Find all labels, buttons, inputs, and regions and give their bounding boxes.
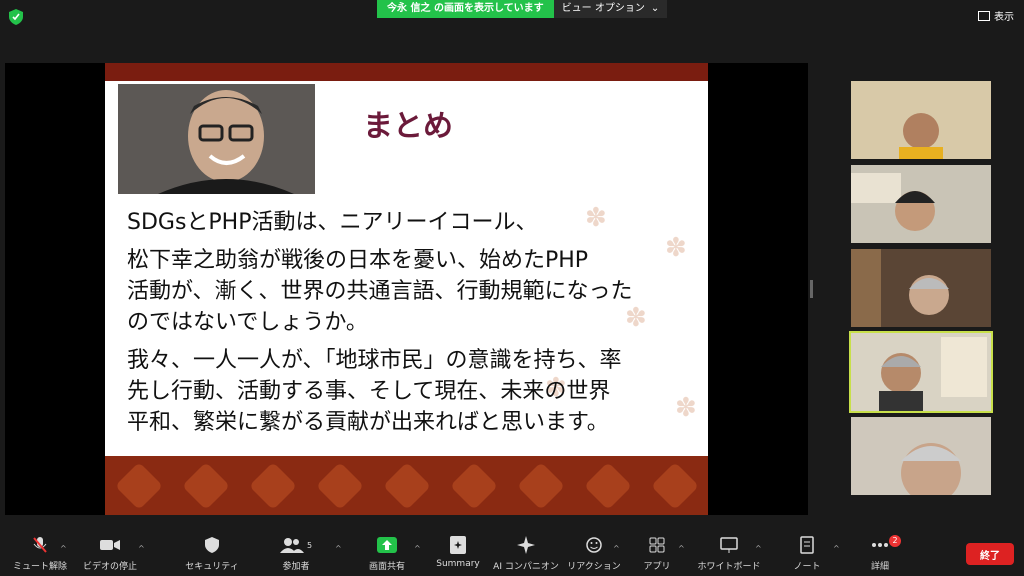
apps-button[interactable]: アプリ: [617, 535, 697, 572]
shield-icon: [172, 535, 252, 555]
slide-bottom-band: [105, 456, 708, 515]
resize-handle[interactable]: [810, 280, 813, 298]
participant-video-3[interactable]: [851, 249, 991, 327]
chevron-up-icon[interactable]: ^: [138, 544, 145, 553]
slide-line: 活動が、漸く、世界の共通言語、行動規範になった: [127, 279, 633, 304]
participants-count: 5: [306, 540, 313, 550]
pattern-tile: [114, 461, 163, 510]
apps-icon: [617, 535, 697, 555]
notes-button[interactable]: ノート: [767, 535, 847, 572]
slide-line: 松下幸之助翁が戦後の日本を憂い、始めたPHP: [127, 248, 589, 273]
participants-button[interactable]: 5 参加者: [256, 535, 336, 572]
pattern-tile: [650, 461, 699, 510]
pattern-tile: [583, 461, 632, 510]
pattern-tile: [248, 461, 297, 510]
participants-icon: 5: [256, 535, 336, 555]
mute-button[interactable]: ミュート解除: [0, 535, 80, 572]
maple-leaf-icon: ✽: [585, 203, 607, 233]
chevron-down-icon: ⌄: [650, 3, 660, 14]
more-label: 詳細: [870, 562, 889, 572]
share-screen-button[interactable]: 画面共有: [347, 535, 427, 572]
chevron-up-icon[interactable]: ^: [60, 544, 67, 553]
share-screen-label: 画面共有: [368, 562, 405, 572]
meeting-toolbar: ミュート解除 ^ ビデオの停止 ^ セキュリティ 5 参加者 ^ 画面共有 ^ …: [0, 530, 1024, 576]
slide-line: 先し行動、活動する事、そして現在、未来の世界: [127, 379, 611, 404]
more-dots-icon: [840, 535, 920, 555]
slide: まとめ ✽ ✽ ✽ ✽ ✽ SDGsとPHP活動は、ニアリーイコール、 松下幸之…: [105, 63, 708, 515]
display-button[interactable]: 表示: [978, 8, 1014, 23]
whiteboard-button[interactable]: ホワイトボード: [689, 535, 769, 572]
maple-leaf-icon: ✽: [665, 233, 687, 263]
slide-paragraph-2: 松下幸之助翁が戦後の日本を憂い、始めたPHP 活動が、漸く、世界の共通言語、行動…: [127, 245, 633, 338]
share-banner: 今永 信之 の画面を表示しています ビュー オプション ⌄: [377, 0, 668, 18]
slide-top-band: [105, 63, 708, 81]
notes-label: ノート: [793, 562, 821, 572]
sharing-name: 今永 信之 の画面を表示しています: [377, 0, 554, 18]
participants-label: 参加者: [282, 562, 310, 572]
microphone-muted-icon: [0, 535, 80, 555]
top-bar: 今永 信之 の画面を表示しています ビュー オプション ⌄ 表示: [0, 0, 1024, 34]
chevron-up-icon[interactable]: ^: [833, 544, 840, 553]
portrait-photo: [118, 84, 315, 194]
mute-label: ミュート解除: [12, 562, 67, 572]
slide-line: 平和、繁栄に繋がる貢献が出来ればと思います。: [127, 410, 609, 435]
slide-line: SDGsとPHP活動は、ニアリーイコール、: [127, 210, 538, 235]
pattern-tile: [181, 461, 230, 510]
chevron-up-icon[interactable]: ^: [678, 544, 685, 553]
whiteboard-label: ホワイトボード: [697, 562, 761, 572]
slide-line: 我々、一人一人が、「地球市民」の意識を持ち、率: [127, 348, 622, 373]
display-label: 表示: [994, 12, 1014, 23]
more-button[interactable]: 詳細: [840, 535, 920, 572]
display-icon: [978, 10, 990, 21]
more-badge: 2: [889, 535, 901, 547]
shield-icon[interactable]: [9, 9, 23, 25]
chevron-up-icon[interactable]: ^: [755, 544, 762, 553]
slide-line: のではないでしょうか。: [127, 310, 368, 335]
participant-video-1[interactable]: [851, 81, 991, 159]
pattern-tile: [516, 461, 565, 510]
security-label: セキュリティ: [185, 562, 239, 572]
participant-video-4[interactable]: [849, 331, 993, 413]
stop-video-label: ビデオの停止: [82, 562, 137, 572]
slide-paragraph-1: SDGsとPHP活動は、ニアリーイコール、: [127, 207, 538, 238]
apps-label: アプリ: [643, 562, 671, 572]
chevron-up-icon[interactable]: ^: [335, 544, 342, 553]
pattern-tile: [449, 461, 498, 510]
security-button[interactable]: セキュリティ: [172, 535, 252, 572]
view-options-label: ビュー オプション: [561, 3, 645, 14]
participant-video-2[interactable]: [851, 165, 991, 243]
view-options-button[interactable]: ビュー オプション ⌄: [553, 0, 668, 18]
slide-paragraph-3: 我々、一人一人が、「地球市民」の意識を持ち、率 先し行動、活動する事、そして現在…: [127, 345, 622, 438]
pattern-tile: [382, 461, 431, 510]
stop-video-button[interactable]: ビデオの停止: [70, 535, 150, 572]
end-meeting-button[interactable]: 終了: [966, 543, 1014, 565]
maple-leaf-icon: ✽: [675, 393, 697, 423]
participant-video-5[interactable]: [851, 417, 991, 495]
pattern-tile: [315, 461, 364, 510]
slide-title: まとめ: [363, 109, 453, 144]
